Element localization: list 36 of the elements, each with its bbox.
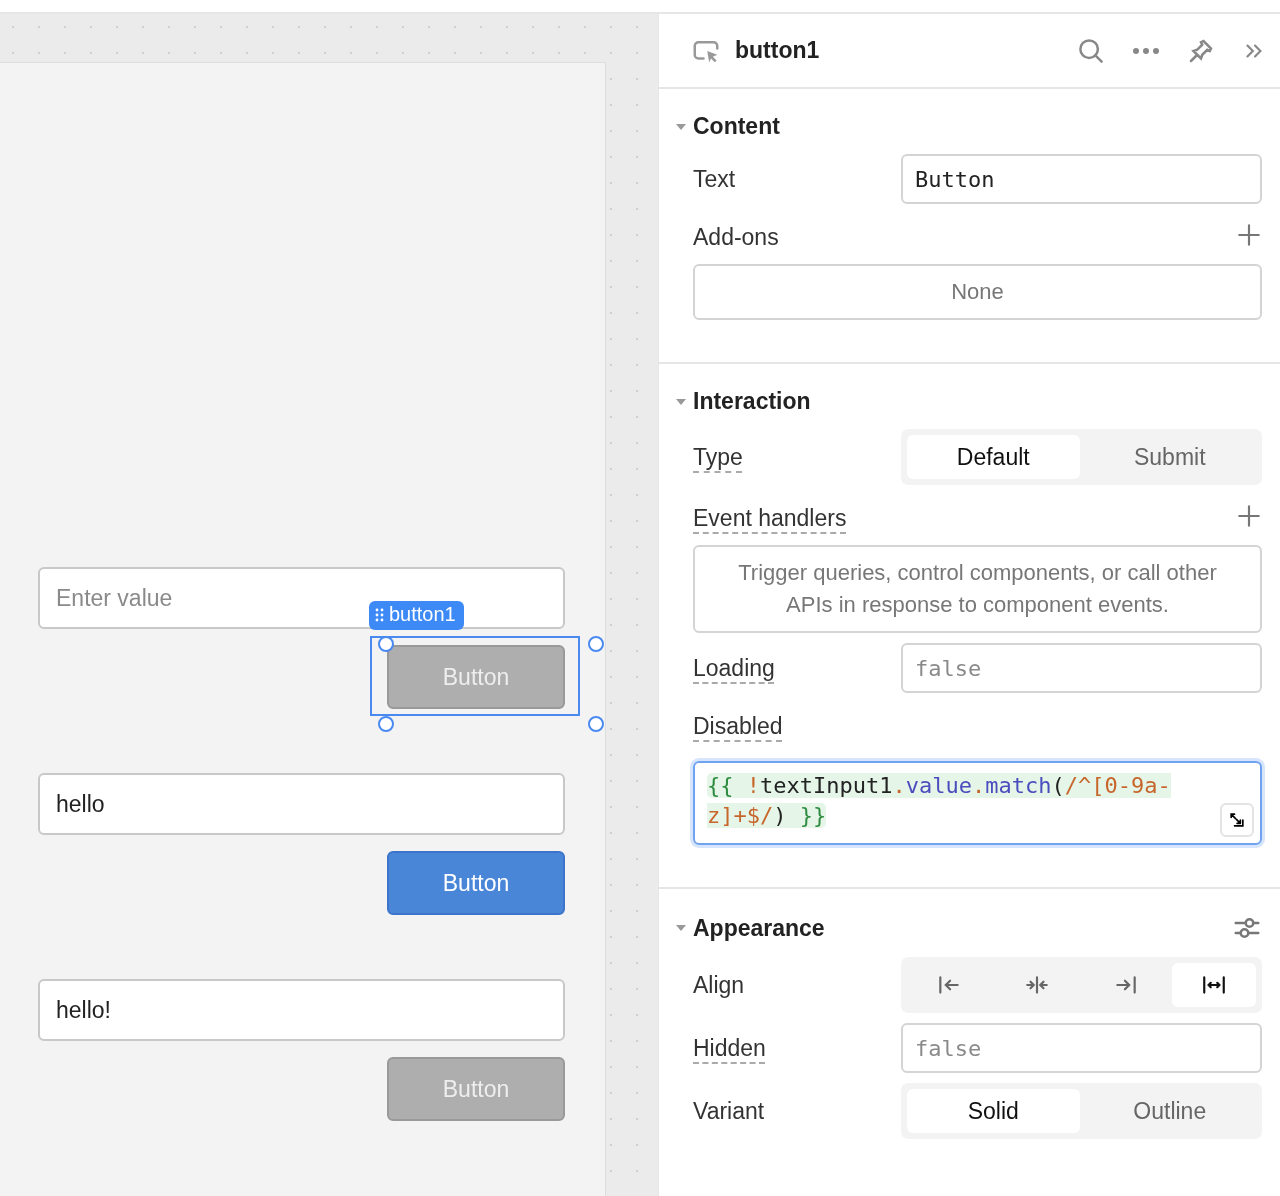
expand-button[interactable] — [1220, 803, 1254, 837]
button[interactable]: Button — [387, 851, 565, 915]
plus-icon — [1236, 222, 1262, 248]
align-option[interactable] — [1171, 963, 1256, 1007]
section-title[interactable]: Appearance — [693, 914, 1226, 942]
property-label: Align — [693, 971, 745, 998]
resize-handle[interactable] — [378, 716, 394, 732]
segment-option[interactable]: Submit — [1083, 435, 1256, 479]
resize-handle[interactable] — [588, 636, 604, 652]
component-name: button1 — [389, 603, 456, 626]
empty-list-box: Trigger queries, control components, or call other APIs in response to component events. — [693, 545, 1262, 633]
resize-handle[interactable] — [378, 636, 394, 652]
property-label: Hidden — [693, 1034, 766, 1061]
code-editor[interactable]: {{ !textInput1.value.match(/^[0-9a-z]+$/) }} — [693, 761, 1262, 845]
property-label: Disabled — [693, 712, 783, 740]
expand-icon — [1227, 810, 1247, 830]
drag-handle-icon — [375, 607, 384, 622]
component-title: button1 — [735, 37, 821, 64]
section-title[interactable]: Interaction — [693, 388, 1262, 415]
property-label: Type — [693, 443, 743, 470]
empty-list-box: None — [693, 264, 1262, 320]
property-label: Variant — [693, 1097, 765, 1124]
property-label: Event handlers — [693, 504, 847, 532]
text-field[interactable]: Button — [901, 154, 1262, 204]
segment-option[interactable]: Outline — [1083, 1089, 1256, 1133]
more-icon — [1132, 46, 1160, 55]
property-label: Loading — [693, 654, 775, 681]
plus-icon — [1236, 503, 1262, 529]
property-label: Text — [693, 165, 736, 192]
segment-option[interactable]: Solid — [907, 1089, 1080, 1133]
property-label: Add-ons — [693, 223, 780, 251]
text-input[interactable]: hello! — [38, 979, 565, 1041]
text-input[interactable]: hello — [38, 773, 565, 835]
segment-option[interactable]: Default — [907, 435, 1080, 479]
section-title[interactable]: Content — [693, 113, 1262, 140]
resize-handle[interactable] — [588, 716, 604, 732]
